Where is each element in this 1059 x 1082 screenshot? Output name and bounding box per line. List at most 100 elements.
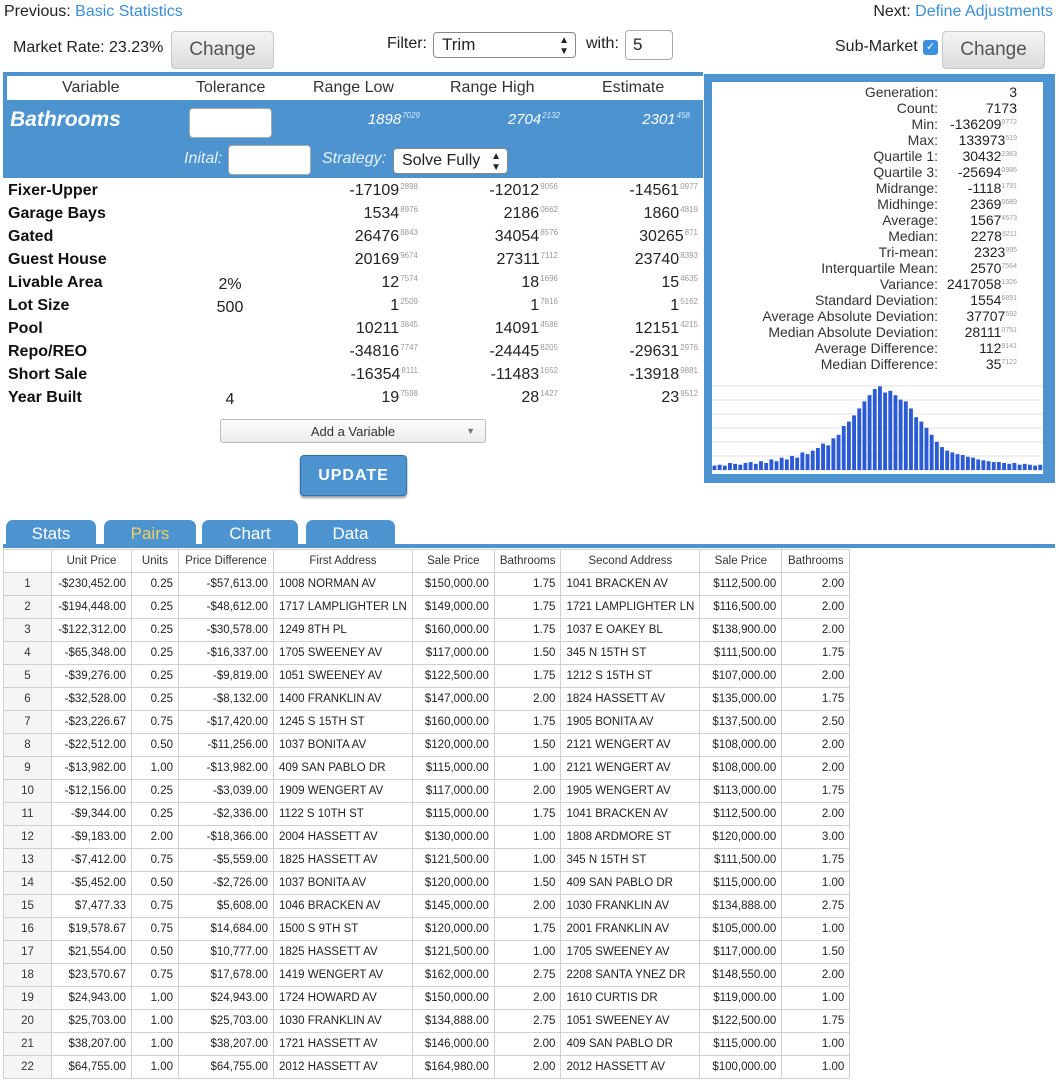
table-cell: 12 [3,825,52,849]
table-cell: $119,000.00 [699,986,783,1010]
table-row[interactable]: 1 -$230,452.00 0.25 -$57,613.00 1008 NORMAN … [3,572,851,596]
table-cell: 1.00 [781,986,851,1010]
table-cell: 19 [3,986,52,1010]
tab-chart[interactable]: Chart [202,520,298,547]
submarket-checkbox[interactable]: ✓ [923,40,938,55]
variable-low: 264768843 [354,228,418,245]
stat-label: Min: [911,116,938,132]
table-cell: 1721 HASSETT AV [273,1032,413,1056]
table-row[interactable]: 17 $21,554.00 0.50 $10,777.00 1825 HASSETT A… [3,940,851,964]
tab-stats[interactable]: Stats [6,520,96,547]
histogram-bar [909,408,913,470]
table-cell: $111,500.00 [699,641,783,665]
table-row[interactable]: 2 -$194,448.00 0.25 -$48,612.00 1717 LAMPLIG… [3,595,851,619]
table-row[interactable]: 18 $23,570.67 0.75 $17,678.00 1419 WENGERT A… [3,963,851,987]
table-cell: 0.75 [131,917,179,941]
histogram-bar [1017,464,1022,470]
table-cell: 0.50 [131,733,179,757]
table-cell: 1.00 [131,986,179,1010]
strategy-label: Strategy: [322,150,387,167]
table-cell: 20 [3,1009,52,1033]
table-row[interactable]: 8 -$22,512.00 0.50 -$11,256.00 1037 BONITA A… [3,733,851,757]
table-row[interactable]: 13 -$7,412.00 0.75 -$5,559.00 1825 HASSETT A… [3,848,851,872]
column-header[interactable]: Price Difference [178,549,274,573]
variable-high: -114831652 [490,366,558,383]
tab-underline [3,544,1055,548]
table-cell: 1705 SWEENEY AV [273,641,413,665]
histogram-bar [784,459,789,470]
variable-high: 340548576 [494,228,558,245]
table-cell: $116,500.00 [699,595,783,619]
table-cell: 7 [3,710,52,734]
column-header[interactable]: Second Address [560,549,701,573]
table-row[interactable]: 7 -$23,226.67 0.75 -$17,420.00 1245 S 15TH S… [3,710,851,734]
column-header[interactable]: Units [131,549,179,573]
tab-pairs[interactable]: Pairs [104,520,196,547]
table-cell: 16 [3,917,52,941]
table-row[interactable]: 10 -$12,156.00 0.25 -$3,039.00 1909 WENGERT … [3,779,851,803]
table-cell: 1037 BONITA AV [273,733,413,757]
stat-label: Quartile 3: [873,164,938,180]
table-cell: -$5,452.00 [51,871,132,895]
table-cell: 0.50 [131,940,179,964]
table-cell: 1.50 [493,733,562,757]
column-header[interactable]: Bathrooms [781,549,851,573]
table-row[interactable]: 11 -$9,344.00 0.25 -$2,336.00 1122 S 10TH ST… [3,802,851,826]
table-cell: $25,703.00 [51,1009,132,1033]
selected-tolerance-input[interactable] [189,108,272,138]
table-row[interactable]: 4 -$65,348.00 0.25 -$16,337.00 1705 SWEENEY … [3,641,851,665]
table-cell: 1.00 [493,848,562,872]
table-cell: 1.75 [493,802,562,826]
table-cell: 1.50 [493,871,562,895]
table-cell: 1.00 [131,1055,179,1079]
update-button[interactable]: UPDATE [300,455,407,496]
histogram-bar [779,457,784,470]
column-header[interactable]: Unit Price [51,549,132,573]
tab-data[interactable]: Data [306,520,395,547]
table-row[interactable]: 12 -$9,183.00 2.00 -$18,366.00 2004 HASSETT … [3,825,851,849]
table-cell: $134,888.00 [411,1009,495,1033]
table-row[interactable]: 14 -$5,452.00 0.50 -$2,726.00 1037 BONITA AV… [3,871,851,895]
column-header[interactable]: Bathrooms [493,549,562,573]
change-submarket-button[interactable]: Change [942,31,1045,69]
variable-name: Lot Size [8,297,70,314]
table-row[interactable]: 19 $24,943.00 1.00 $24,943.00 1724 HOWARD AV… [3,986,851,1010]
table-row[interactable]: 9 -$13,982.00 1.00 -$13,982.00 409 SAN PABLO… [3,756,851,780]
table-cell: 3 [3,618,52,642]
table-row[interactable]: 16 $19,578.67 0.75 $14,684.00 1500 S 9TH ST $… [3,917,851,941]
previous-link[interactable]: Basic Statistics [75,3,183,20]
table-row[interactable]: 22 $64,755.00 1.00 $64,755.00 2012 HASSETT A… [3,1055,851,1079]
stat-value: -11181791 [967,180,1017,196]
column-header[interactable]: First Address [273,549,413,573]
table-cell: 0.25 [131,641,179,665]
next-link[interactable]: Define Adjustments [915,3,1053,20]
table-cell: 2.00 [781,595,851,619]
histogram-bar [831,438,836,470]
table-row[interactable]: 5 -$39,276.00 0.25 -$9,819.00 1051 SWEENEY A… [3,664,851,688]
variable-est: 30265871 [639,228,698,245]
change-market-rate-button[interactable]: Change [171,31,274,69]
table-row[interactable]: 15 $7,477.33 0.75 $5,608.00 1046 BRACKEN AV $… [3,894,851,918]
add-variable-dropdown[interactable]: Add a Variable ▼ [220,419,486,443]
column-header[interactable] [3,549,52,573]
table-row[interactable]: 21 $38,207.00 1.00 $38,207.00 1721 HASSETT A… [3,1032,851,1056]
histogram-bar [981,460,986,470]
column-header[interactable]: Sale Price [411,549,495,573]
trim-amount-input[interactable]: 5 [625,30,673,60]
column-header[interactable]: Sale Price [699,549,783,573]
table-row[interactable]: 6 -$32,528.00 0.25 -$8,132.00 1400 FRANKLIN … [3,687,851,711]
table-cell: -$2,726.00 [178,871,274,895]
histogram-bar [914,417,919,470]
table-cell: 2.75 [493,963,562,987]
previous-label: Previous: [4,3,71,20]
table-cell: $162,000.00 [411,963,495,987]
table-cell: $5,608.00 [178,894,274,918]
table-cell: 1.75 [781,848,851,872]
filter-select[interactable]: Trim ▲ ▼ [433,32,576,58]
table-cell: 0.25 [131,687,179,711]
table-row[interactable]: 3 -$122,312.00 0.25 -$30,578.00 1249 8TH PL $… [3,618,851,642]
table-row[interactable]: 20 $25,703.00 1.00 $25,703.00 1030 FRANKLIN … [3,1009,851,1033]
initial-input[interactable] [228,145,311,175]
variable-high: 181696 [521,274,558,291]
strategy-select[interactable]: Solve Fully ▲ ▼ [393,148,508,174]
